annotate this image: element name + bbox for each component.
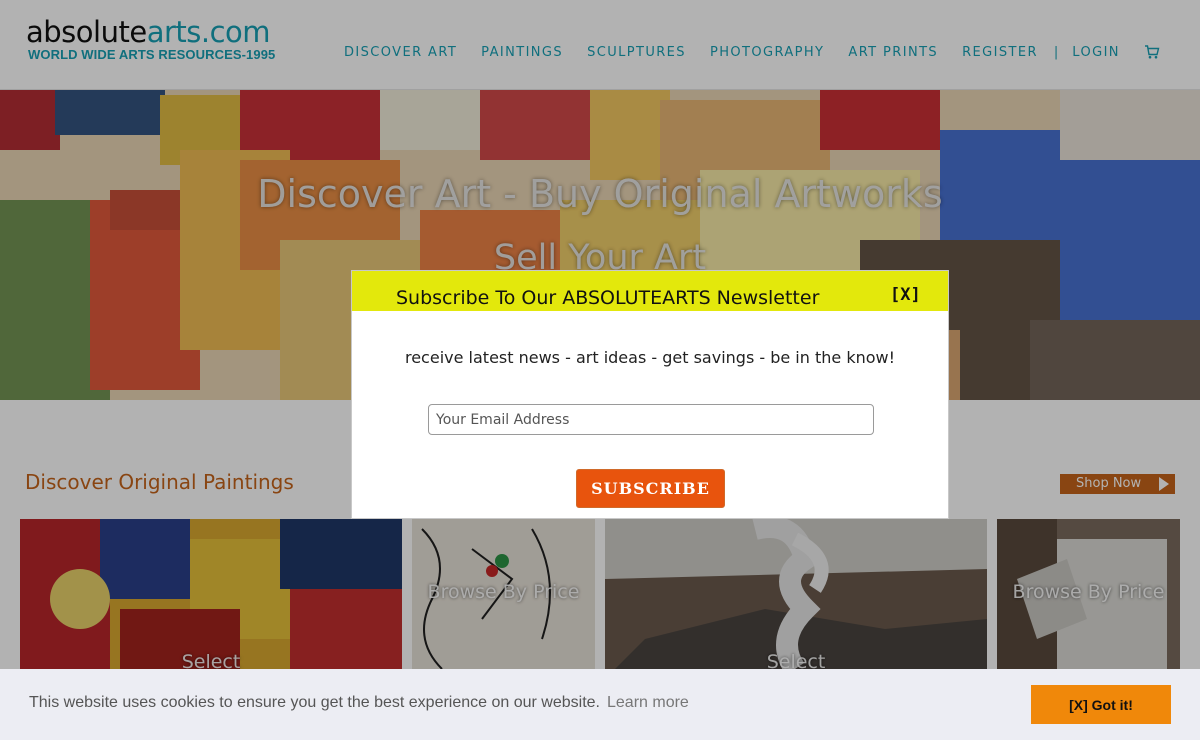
newsletter-modal: Subscribe To Our ABSOLUTEARTS Newsletter… xyxy=(351,270,949,519)
modal-title: Subscribe To Our ABSOLUTEARTS Newsletter xyxy=(396,287,820,309)
cookie-accept-button[interactable]: [X] Got it! xyxy=(1031,685,1171,724)
learn-more-link[interactable]: Learn more xyxy=(607,694,689,712)
email-field[interactable] xyxy=(428,404,874,435)
subscribe-button[interactable]: SUBSCRIBE xyxy=(576,469,725,508)
modal-close-button[interactable]: [X] xyxy=(890,285,921,305)
modal-header: Subscribe To Our ABSOLUTEARTS Newsletter… xyxy=(352,271,948,311)
modal-description: receive latest news - art ideas - get sa… xyxy=(404,348,896,367)
cookie-consent-bar: This website uses cookies to ensure you … xyxy=(0,669,1200,740)
cookie-message: This website uses cookies to ensure you … xyxy=(29,694,600,711)
